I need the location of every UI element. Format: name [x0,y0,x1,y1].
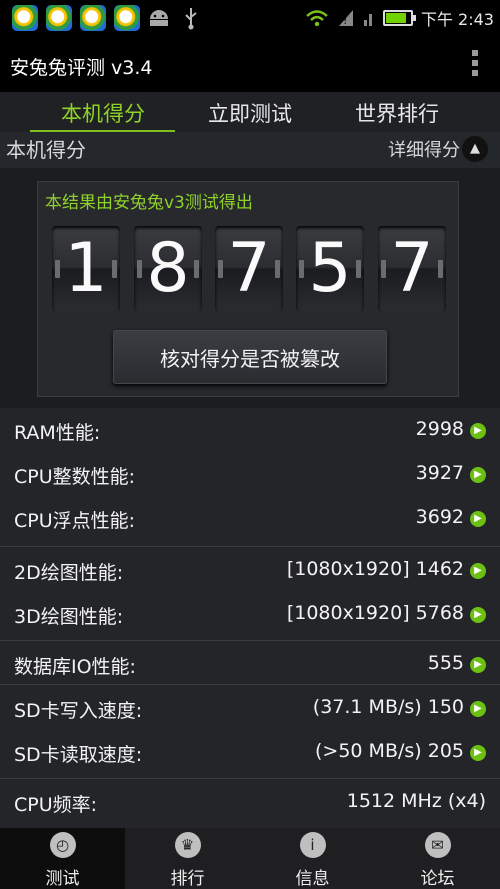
svg-text:!: ! [343,14,347,27]
list-item[interactable]: CPU整数性能: 3927 ▶ [0,452,500,496]
stat-value: [1080x1920] 5768 [286,602,464,624]
bottom-navigation: ◴ 测试 ♛ 排行 i 信息 ✉ 论坛 [0,828,500,889]
tab-bar: 本机得分 立即测试 世界排行 [0,92,500,137]
nav-info[interactable]: i 信息 [250,828,375,889]
detailed-score-link[interactable]: 详细得分 [388,136,460,162]
nav-label: 测试 [45,869,80,889]
app-title: 安兔兔评测 v3.4 [10,57,153,79]
divider [0,546,500,547]
chevron-right-icon[interactable]: ▶ [470,563,486,579]
nav-label: 排行 [170,869,205,889]
list-item[interactable]: RAM性能: 2998 ▶ [0,408,500,452]
notification-app-icon [46,5,72,31]
nav-test[interactable]: ◴ 测试 [0,828,125,889]
stat-label: CPU频率: [14,794,98,816]
wifi-icon [306,10,328,27]
verify-score-button[interactable]: 核对得分是否被篡改 [113,330,387,384]
stat-label: 2D绘图性能: [14,562,124,584]
nav-ranking[interactable]: ♛ 排行 [125,828,250,889]
stat-value: 3927 [415,462,464,484]
chevron-up-icon[interactable]: ▲ [462,136,488,162]
chevron-right-icon[interactable]: ▶ [470,607,486,623]
stat-value: 555 [427,652,464,674]
signal-bars-icon [363,14,372,26]
app-title-bar: 安兔兔评测 v3.4 [0,36,500,92]
no-signal-icon: ! [338,10,353,27]
usb-icon [185,8,197,30]
list-item[interactable]: SD卡写入速度: (37.1 MB/s) 150 ▶ [0,686,500,730]
section-header: 本机得分 详细得分 ▲ [0,132,500,168]
stopwatch-icon: ◴ [49,832,76,858]
stat-value: (37.1 MB/s) 150 [312,696,464,718]
score-digit: 7 [215,226,283,312]
stat-label: CPU浮点性能: [14,510,136,532]
score-digit: 5 [296,226,364,312]
notification-app-icon [114,5,140,31]
stat-label: CPU整数性能: [14,466,136,488]
list-item: CPU频率: 1512 MHz (x4) [0,780,500,824]
score-counter: 1 8 7 5 7 [52,226,452,314]
chevron-right-icon[interactable]: ▶ [470,423,486,439]
info-icon: i [299,832,326,858]
stat-value: (>50 MB/s) 205 [315,740,464,762]
list-item[interactable]: 3D绘图性能: [1080x1920] 5768 ▶ [0,592,500,636]
section-title: 本机得分 [6,138,86,162]
nav-forum[interactable]: ✉ 论坛 [375,828,500,889]
divider [0,778,500,779]
tab-my-score[interactable]: 本机得分 [28,98,178,128]
score-caption: 本结果由安兔兔v3测试得出 [45,193,253,213]
stat-value: 3692 [415,506,464,528]
divider [0,684,500,685]
stat-value: 2998 [415,418,464,440]
stat-value: 1512 MHz (x4) [346,790,486,812]
list-item[interactable]: 数据库IO性能: 555 ▶ [0,642,500,686]
score-digit: 1 [52,226,120,312]
forum-icon: ✉ [424,832,451,858]
score-digit: 7 [378,226,446,312]
trophy-icon: ♛ [174,832,201,858]
list-item[interactable]: CPU浮点性能: 3692 ▶ [0,496,500,540]
status-time: 下午 2:43 [420,10,494,29]
score-panel: 本结果由安兔兔v3测试得出 1 8 7 5 7 核对得分是否被篡改 [37,181,459,397]
nav-label: 论坛 [420,869,455,889]
list-item[interactable]: SD卡读取速度: (>50 MB/s) 205 ▶ [0,730,500,774]
score-details-list: RAM性能: 2998 ▶ CPU整数性能: 3927 ▶ CPU浮点性能: 3… [0,408,500,828]
score-digit: 8 [134,226,202,312]
nav-label: 信息 [295,869,330,889]
chevron-right-icon[interactable]: ▶ [470,467,486,483]
notification-app-icon [80,5,106,31]
tab-world-ranking[interactable]: 世界排行 [322,98,472,128]
stat-label: 数据库IO性能: [14,656,136,678]
android-icon [150,10,168,26]
overflow-menu-icon[interactable] [472,50,480,76]
list-item[interactable]: 2D绘图性能: [1080x1920] 1462 ▶ [0,548,500,592]
chevron-right-icon[interactable]: ▶ [470,511,486,527]
stat-value: [1080x1920] 1462 [286,558,464,580]
divider [0,640,500,641]
chevron-right-icon[interactable]: ▶ [470,745,486,761]
stat-label: RAM性能: [14,422,101,444]
stat-label: 3D绘图性能: [14,606,124,628]
status-bar: ! 下午 2:43 [0,0,500,36]
chevron-right-icon[interactable]: ▶ [470,657,486,673]
chevron-right-icon[interactable]: ▶ [470,701,486,717]
stat-label: SD卡写入速度: [14,700,143,722]
notification-app-icon [12,5,38,31]
tab-test-now[interactable]: 立即测试 [175,98,325,128]
stat-label: SD卡读取速度: [14,744,143,766]
battery-icon [382,10,416,26]
